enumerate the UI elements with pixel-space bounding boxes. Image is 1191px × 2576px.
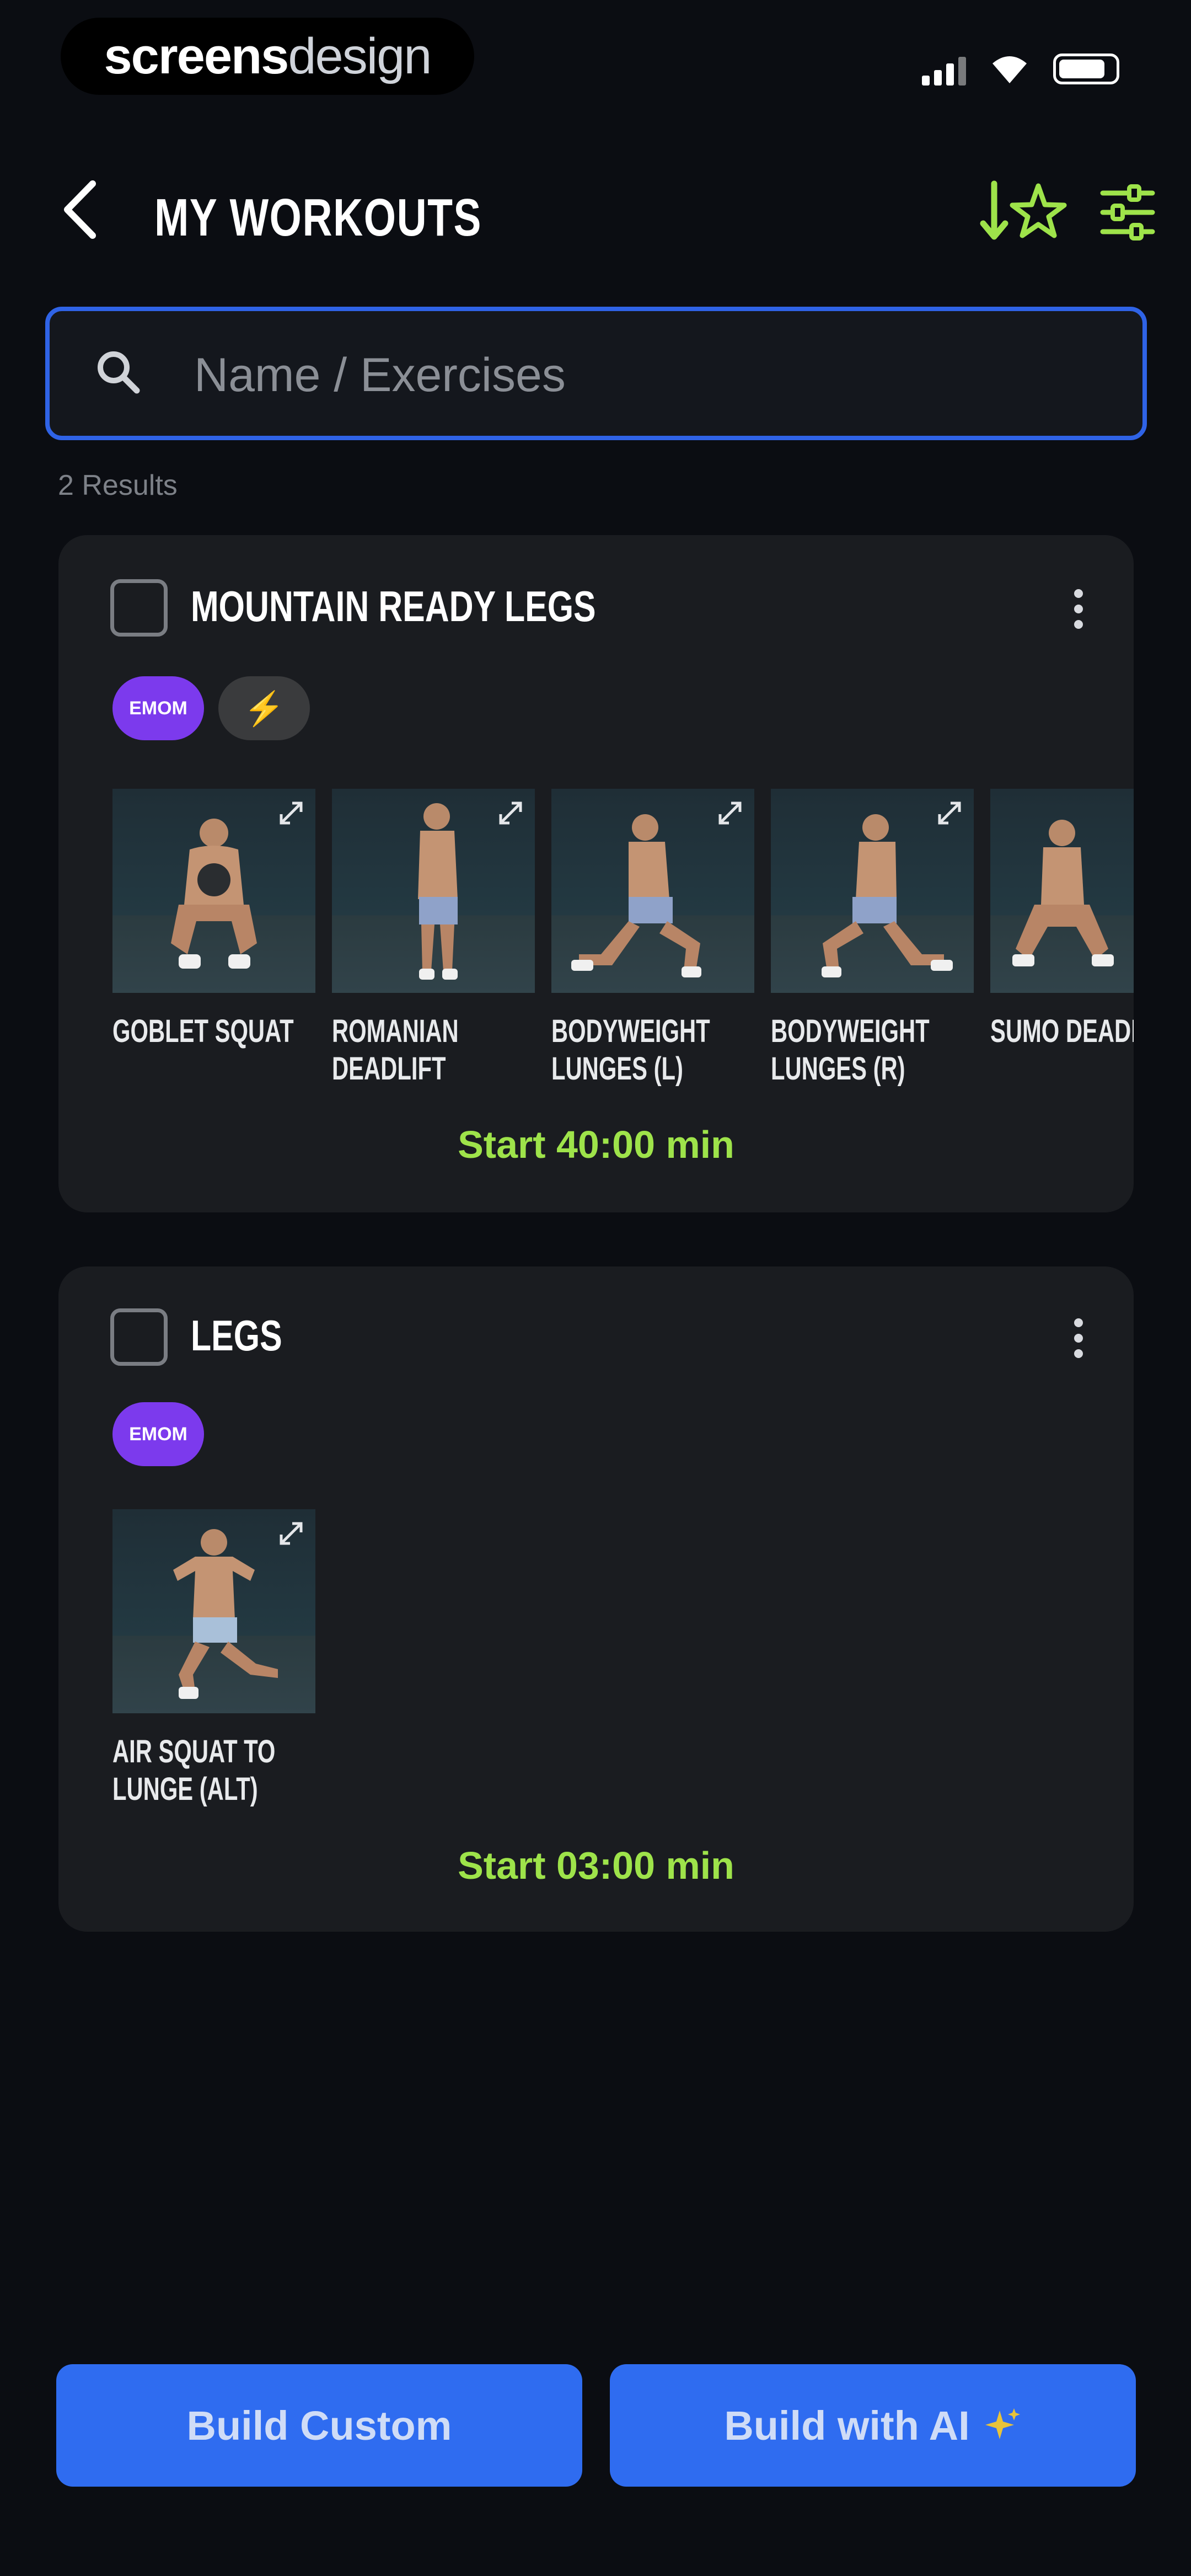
back-button[interactable]	[50, 177, 110, 243]
exercise-item[interactable]: AIR SQUAT TO LUNGE (ALT)	[112, 1509, 315, 1808]
more-options-button[interactable]	[1062, 1305, 1095, 1371]
exercise-item[interactable]: BODYWEIGHT LUNGES (L)	[551, 789, 754, 1088]
more-options-button[interactable]	[1062, 576, 1095, 642]
results-count: 2 Results	[58, 469, 178, 501]
exercise-list: GOBLET SQUAT ROMANIAN DEADLIFT BODYWEIGH…	[112, 789, 1134, 1088]
exercise-name: GOBLET SQUAT	[112, 1013, 294, 1049]
workout-card[interactable]: LEGS EMOM AIR SQUAT TO LUNGE (ALT) Start…	[58, 1266, 1134, 1932]
exercise-name: BODYWEIGHT LUNGES (L)	[551, 1013, 710, 1087]
workout-tag-lightning: ⚡	[218, 676, 310, 740]
chevron-left-icon	[64, 180, 96, 239]
app-header: MY WORKOUTS	[0, 165, 1191, 254]
brand-bold: screens	[104, 28, 289, 84]
start-workout-button[interactable]: Start 03:00 min	[58, 1843, 1134, 1888]
search-icon	[98, 351, 140, 394]
workout-tag: EMOM	[112, 676, 204, 740]
status-bar: screens design	[0, 0, 1191, 127]
expand-icon[interactable]	[715, 798, 745, 829]
build-custom-button[interactable]: Build Custom	[56, 2364, 582, 2487]
exercise-list: AIR SQUAT TO LUNGE (ALT)	[112, 1509, 315, 1808]
workout-checkbox[interactable]	[110, 579, 168, 637]
status-icons	[922, 44, 1119, 94]
sort-star-icon	[980, 180, 1067, 240]
workout-title: LEGS	[191, 1311, 282, 1360]
exercise-item[interactable]: GOBLET SQUAT	[112, 789, 315, 1088]
exercise-name: BODYWEIGHT LUNGES (R)	[771, 1013, 930, 1087]
exercise-thumbnail	[771, 789, 974, 993]
exercise-thumbnail	[112, 1509, 315, 1713]
workout-card[interactable]: MOUNTAIN READY LEGS EMOM ⚡ GOBLET SQUAT	[58, 535, 1134, 1212]
build-with-ai-label: Build with AI	[724, 2402, 970, 2449]
battery-icon	[1053, 54, 1119, 84]
start-workout-button[interactable]: Start 40:00 min	[58, 1123, 1134, 1167]
expand-icon[interactable]	[276, 798, 307, 829]
filter-button[interactable]	[1086, 171, 1169, 254]
exercise-name: SUMO DEADL	[990, 1013, 1134, 1049]
exercise-thumbnail	[112, 789, 315, 993]
page-title: MY WORKOUTS	[154, 188, 482, 247]
exercise-thumbnail	[990, 789, 1134, 993]
sparkles-icon	[985, 2408, 1020, 2439]
search-field[interactable]	[45, 307, 1147, 440]
exercise-name: AIR SQUAT TO LUNGE (ALT)	[112, 1734, 276, 1807]
sliders-icon	[1100, 184, 1155, 241]
exercise-item[interactable]: BODYWEIGHT LUNGES (R)	[771, 789, 974, 1088]
build-with-ai-button[interactable]: Build with AI	[610, 2364, 1136, 2487]
exercise-item[interactable]: SUMO DEADL	[990, 789, 1134, 1088]
expand-icon[interactable]	[934, 798, 965, 829]
wifi-icon	[993, 56, 1027, 83]
workout-title: MOUNTAIN READY LEGS	[191, 582, 596, 630]
expand-icon[interactable]	[276, 1518, 307, 1549]
build-custom-label: Build Custom	[186, 2402, 452, 2449]
search-input[interactable]	[193, 333, 1105, 417]
workout-tag: EMOM	[112, 1402, 204, 1466]
brand-light: design	[288, 28, 432, 84]
exercise-name: ROMANIAN DEADLIFT	[332, 1013, 459, 1087]
sort-favorites-button[interactable]	[976, 171, 1070, 254]
workout-checkbox[interactable]	[110, 1308, 168, 1366]
exercise-thumbnail	[332, 789, 535, 993]
exercise-thumbnail	[551, 789, 754, 993]
cellular-signal-icon	[922, 52, 966, 85]
exercise-item[interactable]: ROMANIAN DEADLIFT	[332, 789, 535, 1088]
brand-logo: screens design	[61, 18, 474, 95]
expand-icon[interactable]	[495, 798, 526, 829]
